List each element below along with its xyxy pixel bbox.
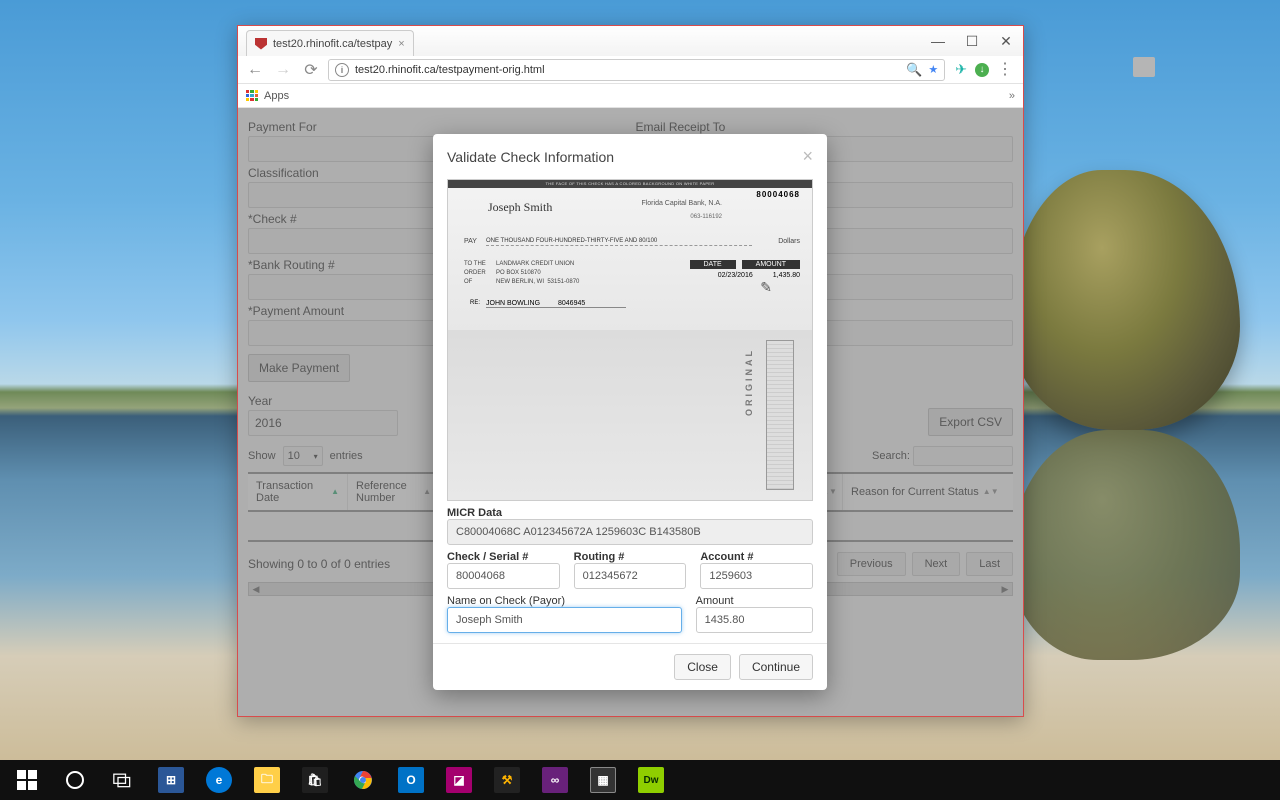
input-name-on-check[interactable] — [447, 607, 682, 633]
omnibox[interactable]: i test20.rhinofit.ca/testpayment-orig.ht… — [328, 59, 945, 81]
window-close-button[interactable]: ✕ — [989, 26, 1023, 56]
extension-icon-2[interactable]: ↓ — [975, 63, 989, 77]
nav-forward-button[interactable]: → — [272, 61, 294, 79]
check-re-label: RE: — [470, 300, 480, 306]
modal-continue-button[interactable]: Continue — [739, 654, 813, 680]
label-check-serial: Check / Serial # — [447, 551, 560, 563]
check-re-name: JOHN BOWLING — [486, 300, 626, 308]
input-routing[interactable] — [574, 563, 687, 589]
taskbar-store[interactable]: 🛍 — [292, 760, 338, 800]
validate-check-modal: Validate Check Information × THE FACE OF… — [433, 134, 827, 690]
modal-title: Validate Check Information — [447, 149, 614, 165]
nav-back-button[interactable]: ← — [244, 61, 266, 79]
taskbar-app-2[interactable]: ◪ — [436, 760, 482, 800]
taskbar-app-3[interactable]: ⚒ — [484, 760, 530, 800]
window-titlebar: test20.rhinofit.ca/testpay × — ☐ ✕ — [238, 26, 1023, 56]
task-view-icon[interactable] — [100, 760, 146, 800]
window-maximize-button[interactable]: ☐ — [955, 26, 989, 56]
tab-close-icon[interactable]: × — [398, 38, 404, 50]
taskbar-dw[interactable]: Dw — [628, 760, 674, 800]
check-toorder: TO THE ORDER OF — [464, 260, 486, 287]
check-dollars: Dollars — [778, 238, 800, 245]
taskbar-chrome[interactable] — [340, 760, 386, 800]
label-account: Account # — [700, 551, 813, 563]
apps-icon[interactable] — [246, 90, 258, 102]
window-minimize-button[interactable]: — — [921, 26, 955, 56]
site-info-icon[interactable]: i — [335, 63, 349, 77]
taskbar-calc[interactable]: ▦ — [580, 760, 626, 800]
taskbar-outlook[interactable]: O — [388, 760, 434, 800]
check-bank: Florida Capital Bank, N.A. — [641, 200, 722, 207]
label-micr: MICR Data — [447, 507, 813, 519]
bookmarks-bar: Apps » — [238, 84, 1023, 108]
extension-icon-1[interactable]: ✈ — [955, 61, 967, 78]
url-text: test20.rhinofit.ca/testpayment-orig.html — [355, 64, 545, 76]
taskbar-vs[interactable]: ∞ — [532, 760, 578, 800]
check-original-stamp: ORIGINAL — [744, 348, 754, 416]
favicon-icon — [255, 38, 267, 50]
input-amount[interactable] — [696, 607, 813, 633]
check-payee: LANDMARK CREDIT UNION PO BOX 510870 NEW … — [496, 260, 579, 287]
address-bar: ← → ⟳ i test20.rhinofit.ca/testpayment-o… — [238, 56, 1023, 84]
label-amount: Amount — [696, 595, 813, 607]
windows-taskbar: ⊞ e 🗀 🛍 O ◪ ⚒ ∞ ▦ Dw — [0, 760, 1280, 800]
check-ruler — [766, 340, 794, 490]
modal-close-button[interactable]: Close — [674, 654, 731, 680]
nav-reload-button[interactable]: ⟳ — [300, 60, 322, 80]
check-pay-label: PAY — [464, 238, 477, 245]
label-routing: Routing # — [574, 551, 687, 563]
input-micr — [447, 519, 813, 545]
taskbar-app-1[interactable]: ⊞ — [148, 760, 194, 800]
taskbar-edge[interactable]: e — [196, 760, 242, 800]
bookmark-star-icon[interactable]: ★ — [928, 63, 938, 76]
check-re-num: 8046945 — [558, 300, 585, 307]
chrome-user-icon[interactable] — [1133, 57, 1155, 77]
taskbar-explorer[interactable]: 🗀 — [244, 760, 290, 800]
start-button[interactable] — [4, 760, 50, 800]
check-amount-words: ONE THOUSAND FOUR-HUNDRED-THIRTY-FIVE AN… — [486, 238, 752, 246]
tab-title: test20.rhinofit.ca/testpay — [273, 38, 392, 50]
check-banner: THE FACE OF THIS CHECK HAS A COLORED BAC… — [448, 180, 812, 188]
modal-close-icon[interactable]: × — [802, 146, 813, 167]
cortana-icon[interactable] — [52, 760, 98, 800]
chrome-menu-icon[interactable]: ⋮ — [997, 65, 1013, 75]
input-account[interactable] — [700, 563, 813, 589]
check-signature: ✎ — [760, 280, 772, 297]
browser-tab[interactable]: test20.rhinofit.ca/testpay × — [246, 30, 414, 56]
input-check-serial[interactable] — [447, 563, 560, 589]
label-name-on-check: Name on Check (Payor) — [447, 595, 682, 607]
apps-label[interactable]: Apps — [264, 90, 289, 102]
search-in-omnibox-icon[interactable]: 🔍 — [906, 62, 922, 78]
check-payor: Joseph Smith — [488, 200, 552, 215]
check-number: 80004068 — [756, 190, 800, 199]
check-image: THE FACE OF THIS CHECK HAS A COLORED BAC… — [447, 179, 813, 501]
check-code: 063-116192 — [690, 214, 722, 220]
